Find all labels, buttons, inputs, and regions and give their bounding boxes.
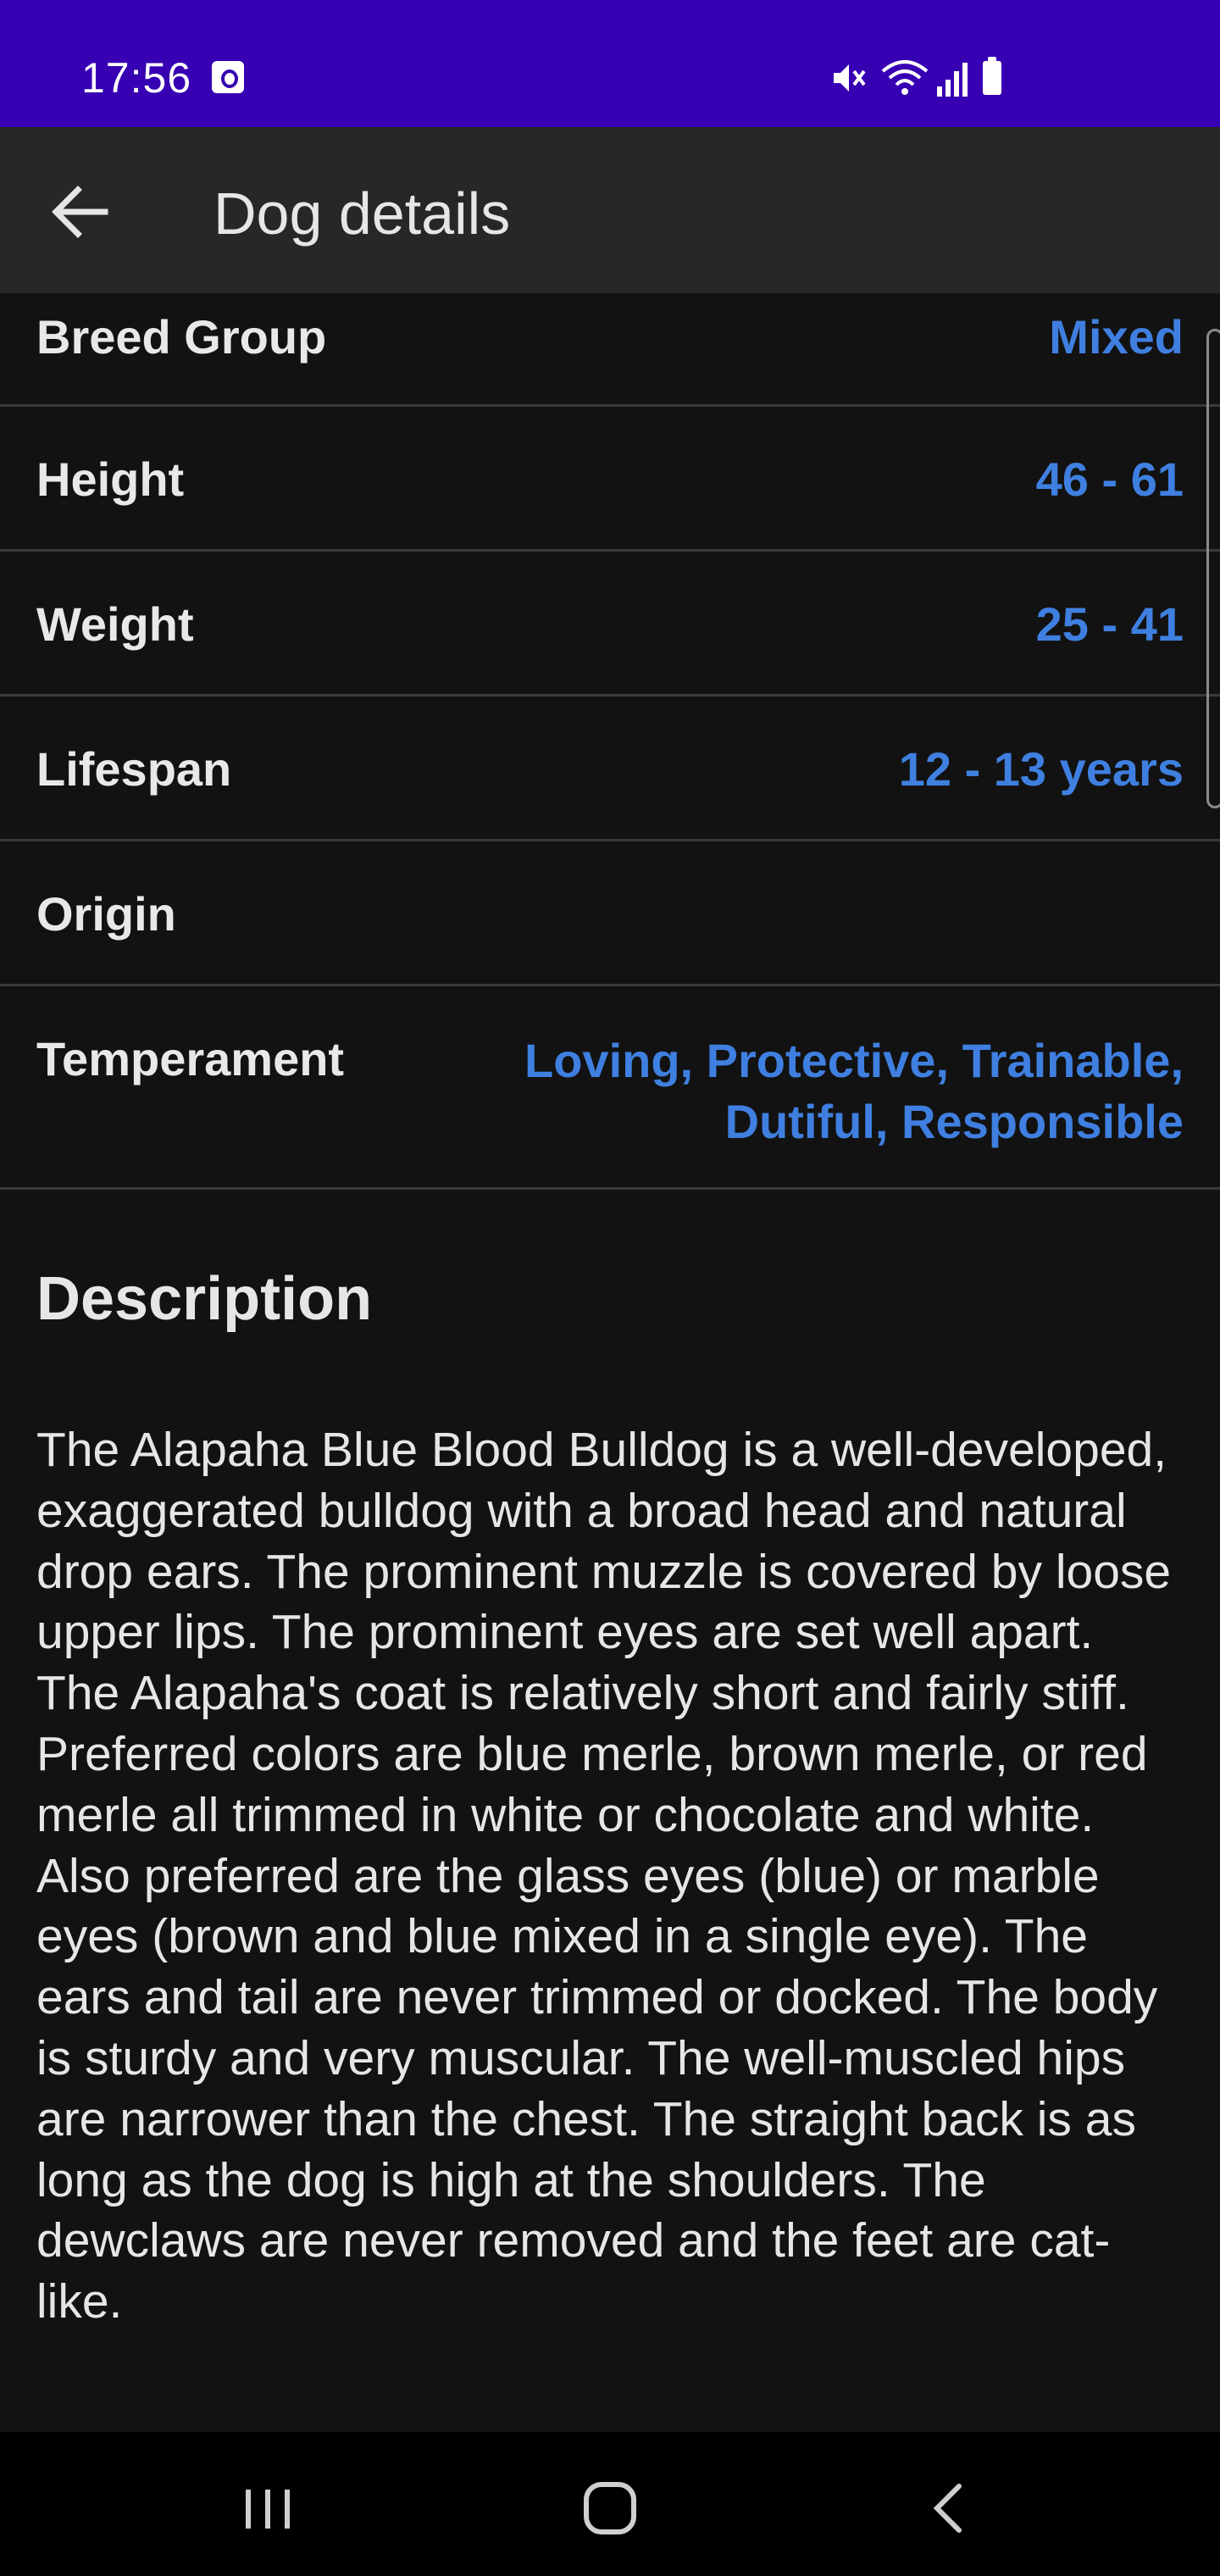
- detail-label: Temperament: [36, 1032, 345, 1085]
- detail-row-temperament: Temperament Loving, Protective, Trainabl…: [0, 986, 1220, 1190]
- detail-row-origin: Origin: [0, 841, 1220, 986]
- page-title: Dog details: [214, 180, 511, 247]
- detail-label: Lifespan: [36, 742, 232, 796]
- detail-label: Weight: [36, 597, 194, 651]
- detail-value: 25 - 41: [1035, 597, 1184, 651]
- detail-label: Breed Group: [36, 310, 327, 364]
- signal-icon: [937, 63, 968, 97]
- description-text: The Alapaha Blue Blood Bulldog is a well…: [36, 1423, 1172, 2329]
- detail-value: Loving, Protective, Trainable, Dutiful, …: [524, 1034, 1184, 1148]
- detail-row-height: Height 46 - 61: [0, 407, 1220, 552]
- detail-row-breed-group: Breed Group Mixed: [0, 293, 1220, 407]
- back-icon[interactable]: [898, 2466, 1000, 2551]
- status-icons: [830, 57, 1017, 98]
- detail-value: Mixed: [1049, 310, 1184, 364]
- mute-icon: [834, 64, 866, 92]
- app-bar: Dog details: [0, 127, 1220, 293]
- detail-label: Origin: [36, 887, 176, 941]
- home-icon[interactable]: [559, 2466, 661, 2551]
- status-bar: 17:56: [0, 0, 1220, 127]
- wifi-icon: [881, 60, 929, 95]
- scrollbar[interactable]: [1206, 329, 1220, 808]
- status-time: 17:56: [81, 54, 192, 102]
- detail-value: 12 - 13 years: [898, 742, 1184, 796]
- battery-icon: [983, 57, 1001, 95]
- screen: 17:56 Dog details Breed Group Mixed Heig…: [0, 0, 1220, 2576]
- detail-row-lifespan: Lifespan 12 - 13 years: [0, 697, 1220, 841]
- arrow-left-icon[interactable]: [44, 178, 120, 246]
- detail-value: 46 - 61: [1035, 452, 1184, 506]
- recents-icon[interactable]: [217, 2466, 319, 2551]
- detail-row-weight: Weight 25 - 41: [0, 552, 1220, 697]
- notification-icon: [212, 61, 244, 93]
- description-heading: Description: [36, 1265, 373, 1333]
- navigation-bar: [0, 2432, 1220, 2576]
- detail-label: Height: [36, 452, 185, 506]
